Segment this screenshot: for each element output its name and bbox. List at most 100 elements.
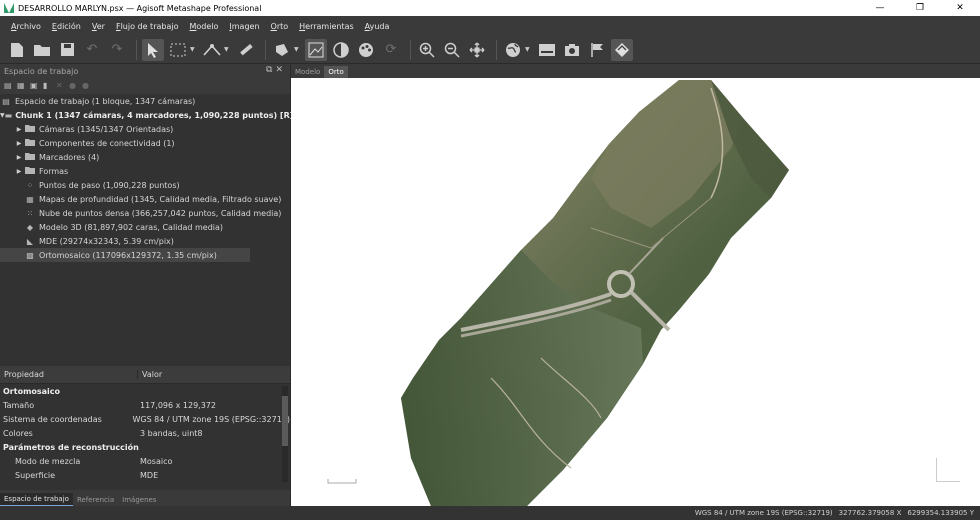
property-key: Parámetros de reconstrucción [3, 442, 139, 452]
orthophoto-patch-icon[interactable] [611, 38, 633, 61]
tree-item-mapas-profundidad[interactable]: ▦ Mapas de profundidad (1345, Calidad me… [0, 192, 290, 206]
property-key: Sistema de coordenadas [3, 414, 102, 424]
menu-edicion[interactable]: Edición [52, 22, 81, 31]
expand-arrow-icon[interactable]: ▶ [14, 126, 24, 133]
color-palette-icon[interactable] [355, 39, 377, 61]
tree-item-formas[interactable]: ▶ Formas [0, 164, 290, 178]
remove-item-icon[interactable]: ✕ [56, 81, 69, 90]
rectangle-selection-icon[interactable] [167, 39, 189, 61]
workspace-icon: ▤ [2, 96, 10, 106]
status-y: 6299354.133905 Y [907, 509, 974, 517]
property-row[interactable]: Sistema de coordenadas WGS 84 / UTM zone… [0, 412, 290, 426]
menu-archivo[interactable]: Archivo [11, 22, 41, 31]
menu-modelo[interactable]: Modelo [189, 22, 218, 31]
expand-arrow-icon[interactable]: ▶ [14, 154, 24, 161]
new-file-icon[interactable] [6, 39, 28, 61]
orthomosaic-view-icon[interactable] [305, 38, 327, 61]
minimize-button[interactable]: — [860, 0, 900, 16]
workspace-root[interactable]: ▤ Espacio de trabajo (1 bloque, 1347 cám… [0, 94, 290, 108]
maximize-button[interactable]: ❐ [900, 0, 940, 16]
tab-referencia[interactable]: Referencia [73, 494, 118, 506]
property-group-row[interactable]: Ortomosaico [0, 384, 290, 398]
property-row[interactable]: Tamaño 117,096 x 129,372 [0, 398, 290, 412]
disable-item-icon[interactable]: ● [82, 81, 95, 90]
edit-icon[interactable]: ▮ [43, 81, 56, 90]
toolbar-separator [496, 39, 497, 60]
add-marker-icon[interactable]: ▣ [30, 81, 43, 90]
shape-dropdown-icon[interactable]: ▼ [294, 46, 301, 53]
redo-icon[interactable]: ↷ [106, 39, 128, 61]
tab-imagenes[interactable]: Imágenes [118, 494, 160, 506]
contrast-icon[interactable] [330, 39, 352, 61]
property-group-row[interactable]: Parámetros de reconstrucción [0, 440, 290, 454]
depth-maps-icon: ▦ [26, 194, 34, 204]
globe-icon[interactable] [502, 39, 524, 61]
menu-ayuda[interactable]: Ayuda [365, 22, 390, 31]
refresh-icon[interactable]: ⟳ [380, 39, 402, 61]
dem-icon: ◣ [26, 236, 34, 246]
open-folder-icon[interactable] [31, 39, 53, 61]
dense-cloud-icon: ⁙ [26, 208, 34, 218]
chunk-label: Chunk 1 (1347 cámaras, 4 marcadores, 1,0… [15, 110, 294, 120]
menu-flujo-de-trabajo[interactable]: Flujo de trabajo [116, 22, 179, 31]
tree-item-nube-densa[interactable]: ⁙ Nube de puntos densa (366,257,042 punt… [0, 206, 290, 220]
property-key: Tamaño [3, 400, 35, 410]
tree-item-label: Modelo 3D (81,897,902 caras, Calidad med… [39, 222, 224, 232]
tree-item-camaras[interactable]: ▶ Cámaras (1345/1347 Orientadas) [0, 122, 290, 136]
properties-scrollbar[interactable] [282, 386, 288, 482]
enable-item-icon[interactable]: ● [69, 81, 82, 90]
property-row[interactable]: Superficie MDE [0, 468, 290, 482]
expand-arrow-icon[interactable]: ▶ [14, 168, 24, 175]
panel-close-icon[interactable]: ✕ [275, 65, 286, 75]
menu-orto[interactable]: Orto [271, 22, 289, 31]
panel-buttons: ⧉✕ [266, 65, 286, 75]
close-button[interactable]: ✕ [940, 0, 980, 16]
undo-icon[interactable]: ↶ [81, 39, 103, 61]
selection-dropdown-icon[interactable]: ▼ [190, 46, 197, 53]
draw-polyline-icon[interactable] [201, 39, 223, 61]
view-axes-indicator [936, 458, 960, 482]
timeline-icon[interactable] [536, 39, 558, 61]
model-icon: ◆ [26, 222, 34, 232]
tab-espacio-de-trabajo[interactable]: Espacio de trabajo [0, 493, 73, 506]
expand-arrow-icon[interactable]: ▶ [14, 140, 24, 147]
property-value: 3 bandas, uint8 [140, 428, 203, 438]
property-value: 117,096 x 129,372 [140, 400, 216, 410]
column-value[interactable]: Valor [138, 370, 162, 379]
tree-item-marcadores[interactable]: ▶ Marcadores (4) [0, 150, 290, 164]
tab-orto[interactable]: Orto [324, 66, 348, 78]
flag-marker-icon[interactable] [586, 39, 608, 61]
globe-dropdown-icon[interactable]: ▼ [525, 46, 532, 53]
ruler-icon[interactable] [235, 39, 257, 61]
draw-dropdown-icon[interactable]: ▼ [224, 46, 231, 53]
navigation-cursor-icon[interactable] [142, 38, 164, 61]
tree-item-componentes[interactable]: ▶ Componentes de conectividad (1) [0, 136, 290, 150]
chunk-row[interactable]: ▼ ▬ Chunk 1 (1347 cámaras, 4 marcadores,… [0, 108, 294, 122]
tree-item-label: MDE (29274x32343, 5.39 cm/pix) [39, 236, 174, 246]
property-row[interactable]: Modo de mezcla Mosaico [0, 454, 290, 468]
column-property[interactable]: Propiedad [0, 370, 138, 379]
tree-item-puntos-de-paso[interactable]: ⁘ Puntos de paso (1,090,228 puntos) [0, 178, 290, 192]
tab-modelo[interactable]: Modelo [291, 66, 324, 78]
menu-ver[interactable]: Ver [92, 22, 105, 31]
property-key: Ortomosaico [3, 386, 61, 396]
camera-icon[interactable] [561, 39, 583, 61]
menu-herramientas[interactable]: Herramientas [299, 22, 354, 31]
ortho-view[interactable] [291, 78, 980, 506]
scrollbar-thumb[interactable] [282, 396, 288, 446]
shape-tool-icon[interactable] [271, 39, 293, 61]
tree-item-label: Cámaras (1345/1347 Orientadas) [39, 124, 174, 134]
property-row[interactable]: Colores 3 bandas, uint8 [0, 426, 290, 440]
orthomosaic-image[interactable] [291, 78, 980, 506]
property-key: Superficie [15, 470, 56, 480]
add-chunk-icon[interactable]: ▤ [4, 81, 17, 90]
tree-item-modelo-3d[interactable]: ◆ Modelo 3D (81,897,902 caras, Calidad m… [0, 220, 290, 234]
add-photos-icon[interactable]: ▦ [17, 81, 30, 90]
zoom-out-icon[interactable] [441, 39, 463, 61]
tree-item-mde[interactable]: ◣ MDE (29274x32343, 5.39 cm/pix) [0, 234, 290, 248]
save-icon[interactable] [56, 39, 78, 61]
reset-view-icon[interactable] [466, 39, 488, 61]
menu-imagen[interactable]: Imagen [229, 22, 259, 31]
tree-item-ortomosaico[interactable]: ▩ Ortomosaico (117096x129372, 1.35 cm/pi… [0, 248, 250, 262]
zoom-in-icon[interactable] [416, 39, 438, 61]
